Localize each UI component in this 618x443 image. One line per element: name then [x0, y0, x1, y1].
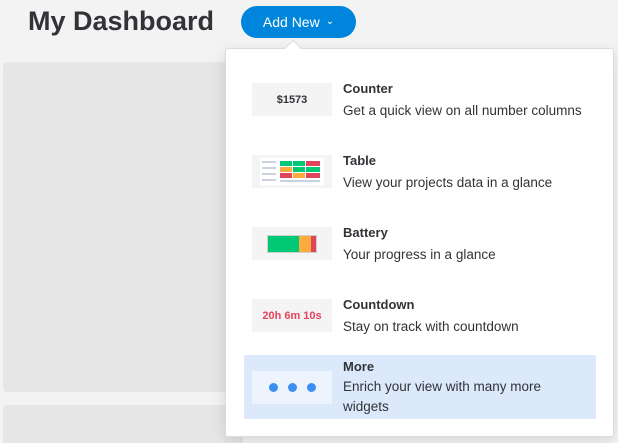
widget-option-table[interactable]: Table View your projects data in a glanc… [244, 137, 596, 209]
counter-thumbnail: $1573 [252, 83, 332, 116]
widget-description: Get a quick view on all number columns [343, 103, 582, 118]
add-widget-dropdown: $1573 Counter Get a quick view on all nu… [225, 39, 614, 437]
chevron-down-icon: ⌄ [325, 16, 335, 27]
add-new-button[interactable]: Add New ⌄ [241, 6, 356, 38]
widget-description: Enrich your view with many more widgets [343, 379, 542, 414]
add-new-label: Add New [262, 14, 320, 30]
counter-thumbnail-value: $1573 [276, 93, 308, 106]
widget-description: Stay on track with countdown [343, 319, 519, 334]
widget-title: Countdown [343, 297, 415, 312]
dropdown-notch [284, 39, 302, 57]
widget-title: Battery [343, 225, 388, 240]
dashboard-panel-placeholder [3, 62, 263, 392]
widget-option-more[interactable]: More Enrich your view with many more wid… [244, 355, 596, 419]
battery-graphic [267, 234, 317, 253]
table-thumbnail [252, 155, 332, 188]
countdown-thumbnail-value: 20h 6m 10s [262, 309, 322, 322]
widget-option-battery[interactable]: Battery Your progress in a glance [244, 209, 596, 281]
battery-thumbnail [252, 227, 332, 260]
widget-title: More [343, 359, 375, 374]
dashboard-page: My Dashboard Add New ⌄ $1573 Counter Get… [0, 0, 618, 443]
dashboard-panel-placeholder-2 [3, 405, 243, 443]
widget-description: Your progress in a glance [343, 247, 496, 262]
widget-description: View your projects data in a glance [343, 175, 553, 190]
widget-title: Table [343, 153, 376, 168]
widget-option-counter[interactable]: $1573 Counter Get a quick view on all nu… [244, 65, 596, 137]
widget-title: Counter [343, 81, 393, 96]
widget-option-countdown[interactable]: 20h 6m 10s Countdown Stay on track with … [244, 281, 596, 353]
countdown-thumbnail: 20h 6m 10s [252, 299, 332, 332]
mini-table-graphic [260, 158, 324, 185]
page-title: My Dashboard [28, 6, 215, 36]
more-dots-thumbnail [252, 371, 332, 404]
more-dots-icon [268, 383, 316, 392]
